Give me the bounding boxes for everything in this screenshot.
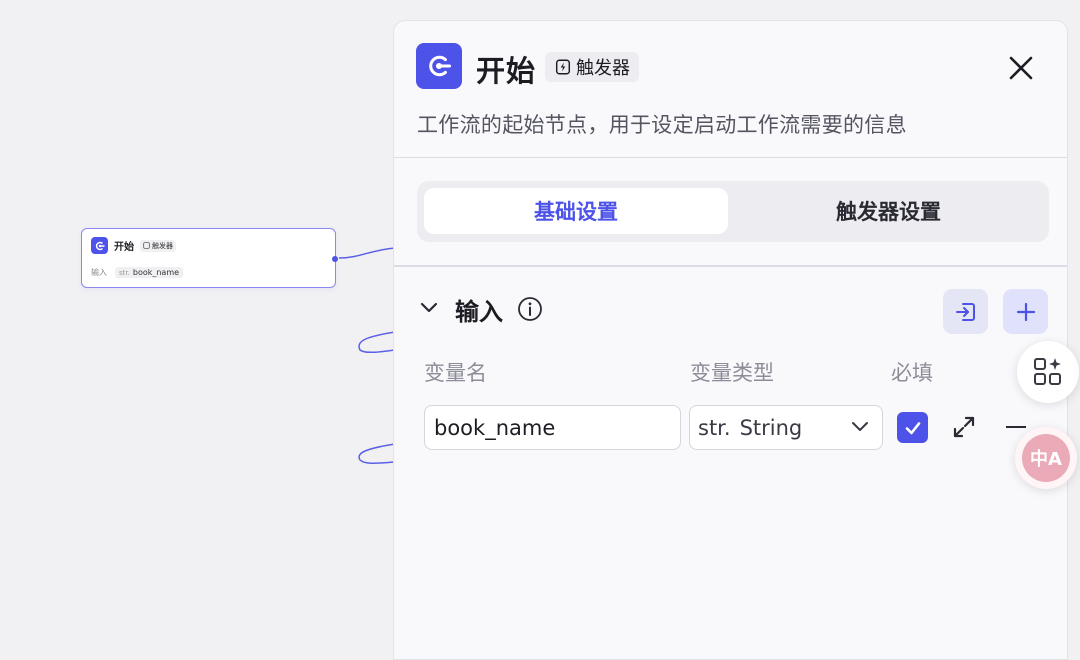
start-node-logo-icon [91,237,108,254]
chevron-down-icon [420,302,438,313]
divider [394,265,1067,267]
chevron-down-icon [850,419,870,438]
node-settings-panel: 开始 触发器 工作流的起始节点，用于设定启动工作流需要的信息 基础设置 触发器设… [393,20,1068,660]
translate-icon: 中A [1022,434,1070,482]
start-node-output-port[interactable] [332,256,338,262]
panel-description: 工作流的起始节点，用于设定启动工作流需要的信息 [417,113,907,137]
add-variable-button[interactable] [1003,289,1048,334]
panel-header: 开始 触发器 工作流的起始节点，用于设定启动工作流需要的信息 [394,21,1067,158]
expand-icon [953,416,975,438]
remove-variable-button[interactable] [1006,426,1026,428]
input-section-header: 输入 [394,286,1067,336]
close-icon [1009,56,1033,80]
start-node-trigger-badge: 触发器 [140,239,176,252]
start-node-variable-type: str. [119,268,130,277]
input-section-title: 输入 [455,298,503,326]
column-header-required: 必填 [891,361,933,385]
start-node-variable-name: book_name [132,268,180,277]
translate-plugin-button[interactable]: 中A [1015,427,1077,489]
start-node-header: 开始 触发器 [91,237,176,254]
variable-type-value: String [739,415,803,440]
check-icon [905,421,920,434]
required-checkbox[interactable] [897,412,928,443]
string-type-icon: str. [698,415,731,440]
trigger-icon [555,59,571,75]
column-header-type: 变量类型 [690,361,774,385]
variable-name-input[interactable] [424,405,681,450]
info-icon[interactable] [517,296,543,326]
settings-tabs: 基础设置 触发器设置 [417,181,1049,242]
start-node-trigger-badge-label: 触发器 [152,241,173,250]
tab-trigger-settings[interactable]: 触发器设置 [735,188,1042,234]
apps-plugin-button[interactable] [1017,341,1079,403]
trigger-icon [143,242,150,249]
tab-basic-settings[interactable]: 基础设置 [424,188,728,234]
plus-icon [1016,302,1035,321]
start-node-title: 开始 [114,242,134,253]
start-node-logo-icon [416,43,462,89]
import-variables-button[interactable] [943,289,988,334]
apps-sparkle-icon [1034,358,1061,385]
panel-title: 开始 [476,54,537,88]
start-node-variable-chip: str. book_name [115,267,184,278]
column-header-name: 变量名 [424,361,487,385]
expand-variable-button[interactable] [951,414,977,444]
start-node-card[interactable]: 开始 触发器 输入 str. book_name [81,228,338,288]
close-panel-button[interactable] [1006,53,1036,83]
trigger-badge: 触发器 [545,52,639,82]
variable-type-select[interactable]: str. String [689,405,883,450]
import-icon [955,302,975,321]
trigger-badge-label: 触发器 [576,58,630,79]
start-node-input-label: 输入 [91,268,107,277]
collapse-section-button[interactable] [419,300,439,319]
start-node-input-row: 输入 str. book_name [91,267,184,278]
